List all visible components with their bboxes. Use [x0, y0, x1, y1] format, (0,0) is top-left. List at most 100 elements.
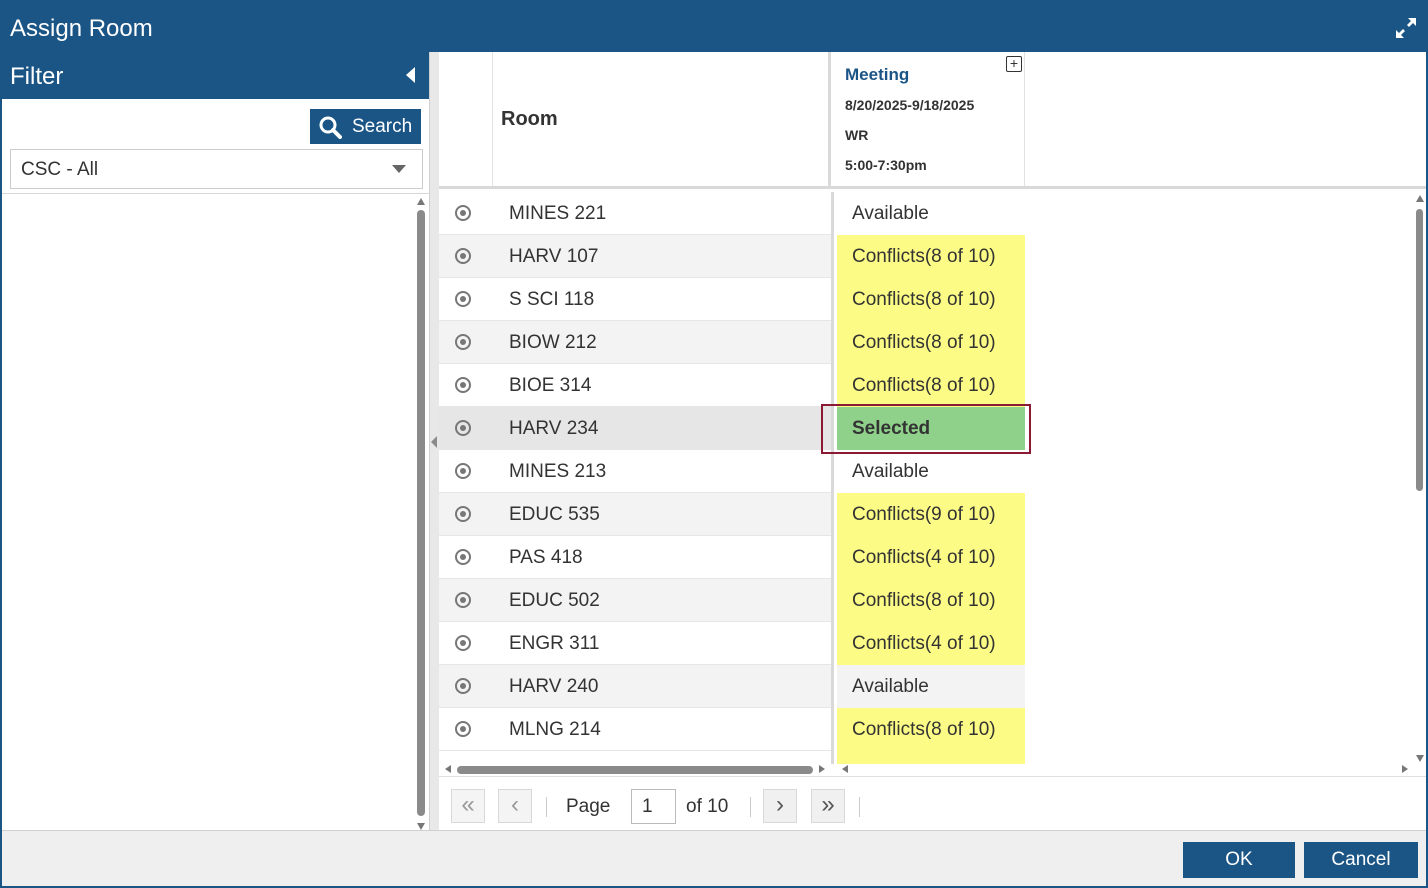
- next-page-icon[interactable]: ›: [763, 789, 797, 823]
- meeting-time: 5:00-7:30pm: [845, 157, 927, 173]
- table-row[interactable]: BIOW 212 Conflicts(8 of 10): [439, 321, 1426, 364]
- radio-button[interactable]: [455, 420, 471, 436]
- status-cell[interactable]: Conflicts(8 of 10): [837, 364, 1025, 407]
- scroll-right-icon[interactable]: [819, 765, 825, 773]
- room-cell: EDUC 502: [493, 579, 831, 622]
- last-page-icon[interactable]: »: [811, 789, 845, 823]
- table-row[interactable]: HARV 107 Conflicts(8 of 10): [439, 235, 1426, 278]
- room-cell: S SCI 118: [493, 278, 831, 321]
- meeting-dates: 8/20/2025-9/18/2025: [845, 97, 975, 113]
- table-row[interactable]: HARV 240 Available: [439, 665, 1426, 708]
- search-button-label: Search: [352, 115, 413, 137]
- page-count-label: of 10: [686, 796, 729, 817]
- cancel-button[interactable]: Cancel: [1304, 842, 1418, 878]
- room-cell: BIOW 212: [493, 321, 831, 364]
- room-grid: Room Meeting 8/20/2025-9/18/2025 WR 5:00…: [439, 52, 1426, 830]
- header-room-column[interactable]: Room: [493, 52, 831, 186]
- radio-button[interactable]: [455, 463, 471, 479]
- table-row[interactable]: S SCI 118 Conflicts(8 of 10): [439, 278, 1426, 321]
- radio-button[interactable]: [455, 721, 471, 737]
- status-cell[interactable]: Available: [837, 450, 1025, 493]
- radio-button[interactable]: [455, 592, 471, 608]
- radio-button[interactable]: [455, 334, 471, 350]
- table-row[interactable]: MLNG 214 Conflicts(8 of 10): [439, 708, 1426, 751]
- filter-header: Filter: [2, 52, 429, 99]
- radio-button[interactable]: [455, 549, 471, 565]
- status-cell[interactable]: Conflicts(8 of 10): [837, 708, 1025, 751]
- search-icon: [319, 116, 342, 139]
- meeting-days: WR: [845, 127, 869, 143]
- divider: [750, 797, 751, 817]
- room-cell: HARV 234: [493, 407, 831, 450]
- table-row[interactable]: MINES 213 Available: [439, 450, 1426, 493]
- room-cell: EDUC 535: [493, 493, 831, 536]
- page-number-input[interactable]: [631, 789, 676, 824]
- ok-button[interactable]: OK: [1183, 842, 1295, 878]
- status-cell[interactable]: Conflicts(9 of 10): [837, 493, 1025, 536]
- status-cell[interactable]: Available: [837, 192, 1025, 235]
- scroll-left-icon[interactable]: [445, 765, 451, 773]
- status-cell[interactable]: Conflicts(8 of 10): [837, 321, 1025, 364]
- collapse-left-icon[interactable]: [406, 67, 415, 83]
- table-row[interactable]: MINES 221 Available: [439, 192, 1426, 235]
- grid-horizontal-scrollbar[interactable]: [439, 762, 1426, 776]
- table-row[interactable]: EDUC 535 Conflicts(9 of 10): [439, 493, 1426, 536]
- radio-button[interactable]: [455, 205, 471, 221]
- table-row[interactable]: PAS 418 Conflicts(4 of 10): [439, 536, 1426, 579]
- room-cell: MINES 213: [493, 450, 831, 493]
- divider: [859, 797, 860, 817]
- radio-button[interactable]: [455, 506, 471, 522]
- scroll-up-icon[interactable]: [417, 198, 425, 205]
- divider: [2, 193, 430, 194]
- expand-icon[interactable]: [1394, 16, 1418, 40]
- filter-title: Filter: [10, 63, 64, 90]
- table-row[interactable]: ENGR 311 Conflicts(4 of 10): [439, 622, 1426, 665]
- room-cell: ENGR 311: [493, 622, 831, 665]
- scrollbar-thumb[interactable]: [457, 766, 813, 774]
- room-cell: BIOE 314: [493, 364, 831, 407]
- radio-button[interactable]: [455, 248, 471, 264]
- first-page-icon[interactable]: «: [451, 789, 485, 823]
- page-label: Page: [566, 796, 611, 817]
- panel-splitter[interactable]: [430, 52, 439, 830]
- search-button[interactable]: Search: [310, 109, 421, 144]
- chevron-down-icon: [392, 165, 406, 173]
- status-cell[interactable]: Available: [837, 665, 1025, 708]
- filter-select[interactable]: CSC - All: [10, 149, 423, 189]
- pagination: « ‹ Page of 10 › »: [439, 776, 1426, 830]
- scroll-up-icon[interactable]: [1416, 195, 1424, 202]
- radio-button[interactable]: [455, 635, 471, 651]
- status-cell[interactable]: Conflicts(8 of 10): [837, 579, 1025, 622]
- room-column-label: Room: [501, 108, 558, 130]
- scrollbar-thumb[interactable]: [1416, 209, 1423, 491]
- table-row[interactable]: EDUC 502 Conflicts(8 of 10): [439, 579, 1426, 622]
- scroll-down-icon[interactable]: [417, 823, 425, 830]
- scroll-left-icon[interactable]: [842, 765, 848, 773]
- radio-button[interactable]: [455, 291, 471, 307]
- status-cell[interactable]: Conflicts(4 of 10): [837, 536, 1025, 579]
- room-cell: HARV 240: [493, 665, 831, 708]
- header-meeting-column: Meeting 8/20/2025-9/18/2025 WR 5:00-7:30…: [834, 52, 1025, 186]
- room-cell: MLNG 214: [493, 708, 831, 751]
- divider: [546, 797, 547, 817]
- radio-button[interactable]: [455, 377, 471, 393]
- splitter-arrow-icon[interactable]: [431, 436, 437, 448]
- scrollbar-thumb[interactable]: [417, 210, 425, 816]
- header-select-column: [439, 52, 493, 186]
- radio-button[interactable]: [455, 678, 471, 694]
- assign-room-dialog: Assign Room Filter Search CSC - All Room…: [0, 0, 1428, 888]
- grid-vertical-scrollbar[interactable]: [1415, 195, 1425, 762]
- table-row[interactable]: BIOE 314 Conflicts(8 of 10): [439, 364, 1426, 407]
- prev-page-icon[interactable]: ‹: [498, 789, 532, 823]
- selection-highlight: [821, 404, 1031, 454]
- dialog-footer: OK Cancel: [2, 830, 1426, 886]
- status-cell[interactable]: Conflicts(4 of 10): [837, 622, 1025, 665]
- grid-header: Room Meeting 8/20/2025-9/18/2025 WR 5:00…: [439, 52, 1426, 189]
- scroll-right-icon[interactable]: [1402, 765, 1408, 773]
- scroll-down-icon[interactable]: [1416, 755, 1424, 762]
- expand-plus-icon[interactable]: +: [1006, 56, 1022, 72]
- filter-scrollbar[interactable]: [416, 198, 426, 830]
- filter-panel: Filter Search CSC - All: [2, 52, 430, 830]
- status-cell[interactable]: Conflicts(8 of 10): [837, 235, 1025, 278]
- status-cell[interactable]: Conflicts(8 of 10): [837, 278, 1025, 321]
